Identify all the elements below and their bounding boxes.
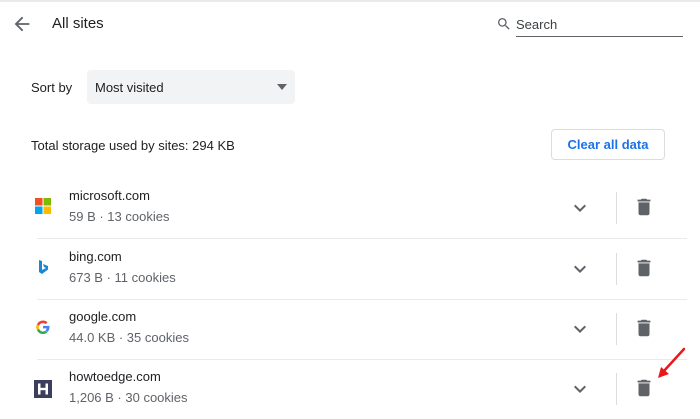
sort-selected-value: Most visited	[95, 80, 164, 95]
bing-logo-icon	[39, 260, 48, 274]
divider	[616, 253, 617, 285]
divider	[616, 313, 617, 345]
delete-button[interactable]	[633, 196, 655, 218]
divider	[616, 192, 617, 224]
howtoedge-logo-icon	[34, 380, 52, 398]
delete-button[interactable]	[633, 317, 655, 339]
clear-all-data-button[interactable]: Clear all data	[551, 129, 665, 160]
expand-button[interactable]	[568, 257, 592, 281]
top-border	[0, 0, 700, 2]
back-button[interactable]	[11, 13, 33, 35]
site-details: 59 B · 13 cookies	[69, 209, 170, 224]
trash-icon	[637, 319, 651, 337]
dropdown-caret-icon	[277, 84, 287, 90]
sort-label: Sort by	[31, 80, 73, 95]
google-logo-icon	[36, 320, 50, 334]
site-details: 1,206 B · 30 cookies	[69, 390, 188, 405]
site-row[interactable]: microsoft.com 59 B · 13 cookies	[31, 178, 687, 238]
trash-icon	[637, 198, 651, 216]
site-row[interactable]: google.com 44.0 KB · 35 cookies	[31, 299, 687, 359]
site-name: bing.com	[69, 249, 122, 264]
page-title: All sites	[52, 15, 104, 32]
site-row[interactable]: howtoedge.com 1,206 B · 30 cookies	[31, 359, 687, 419]
search-input[interactable]	[516, 12, 683, 37]
chevron-down-icon	[574, 385, 586, 393]
site-name: google.com	[69, 309, 137, 324]
search-box[interactable]	[494, 12, 683, 38]
search-icon	[498, 18, 510, 30]
chevron-down-icon	[574, 265, 586, 273]
site-details: 673 B · 11 cookies	[69, 270, 176, 285]
storage-summary: Total storage used by sites: 294 KB	[31, 138, 235, 153]
site-name: howtoedge.com	[69, 369, 161, 384]
chevron-down-icon	[574, 204, 586, 212]
site-details: 44.0 KB · 35 cookies	[69, 330, 189, 345]
trash-icon	[637, 259, 651, 277]
chevron-down-icon	[574, 325, 586, 333]
site-name: microsoft.com	[69, 188, 150, 203]
annotation-arrow-icon	[658, 347, 686, 378]
expand-button[interactable]	[568, 377, 592, 401]
microsoft-logo-icon	[35, 198, 51, 214]
arrow-back-icon	[14, 16, 30, 32]
site-row[interactable]: bing.com 673 B · 11 cookies	[31, 239, 687, 299]
delete-button[interactable]	[633, 257, 655, 279]
expand-button[interactable]	[568, 196, 592, 220]
sort-select[interactable]: Most visited	[87, 70, 295, 104]
expand-button[interactable]	[568, 317, 592, 341]
divider	[616, 373, 617, 405]
